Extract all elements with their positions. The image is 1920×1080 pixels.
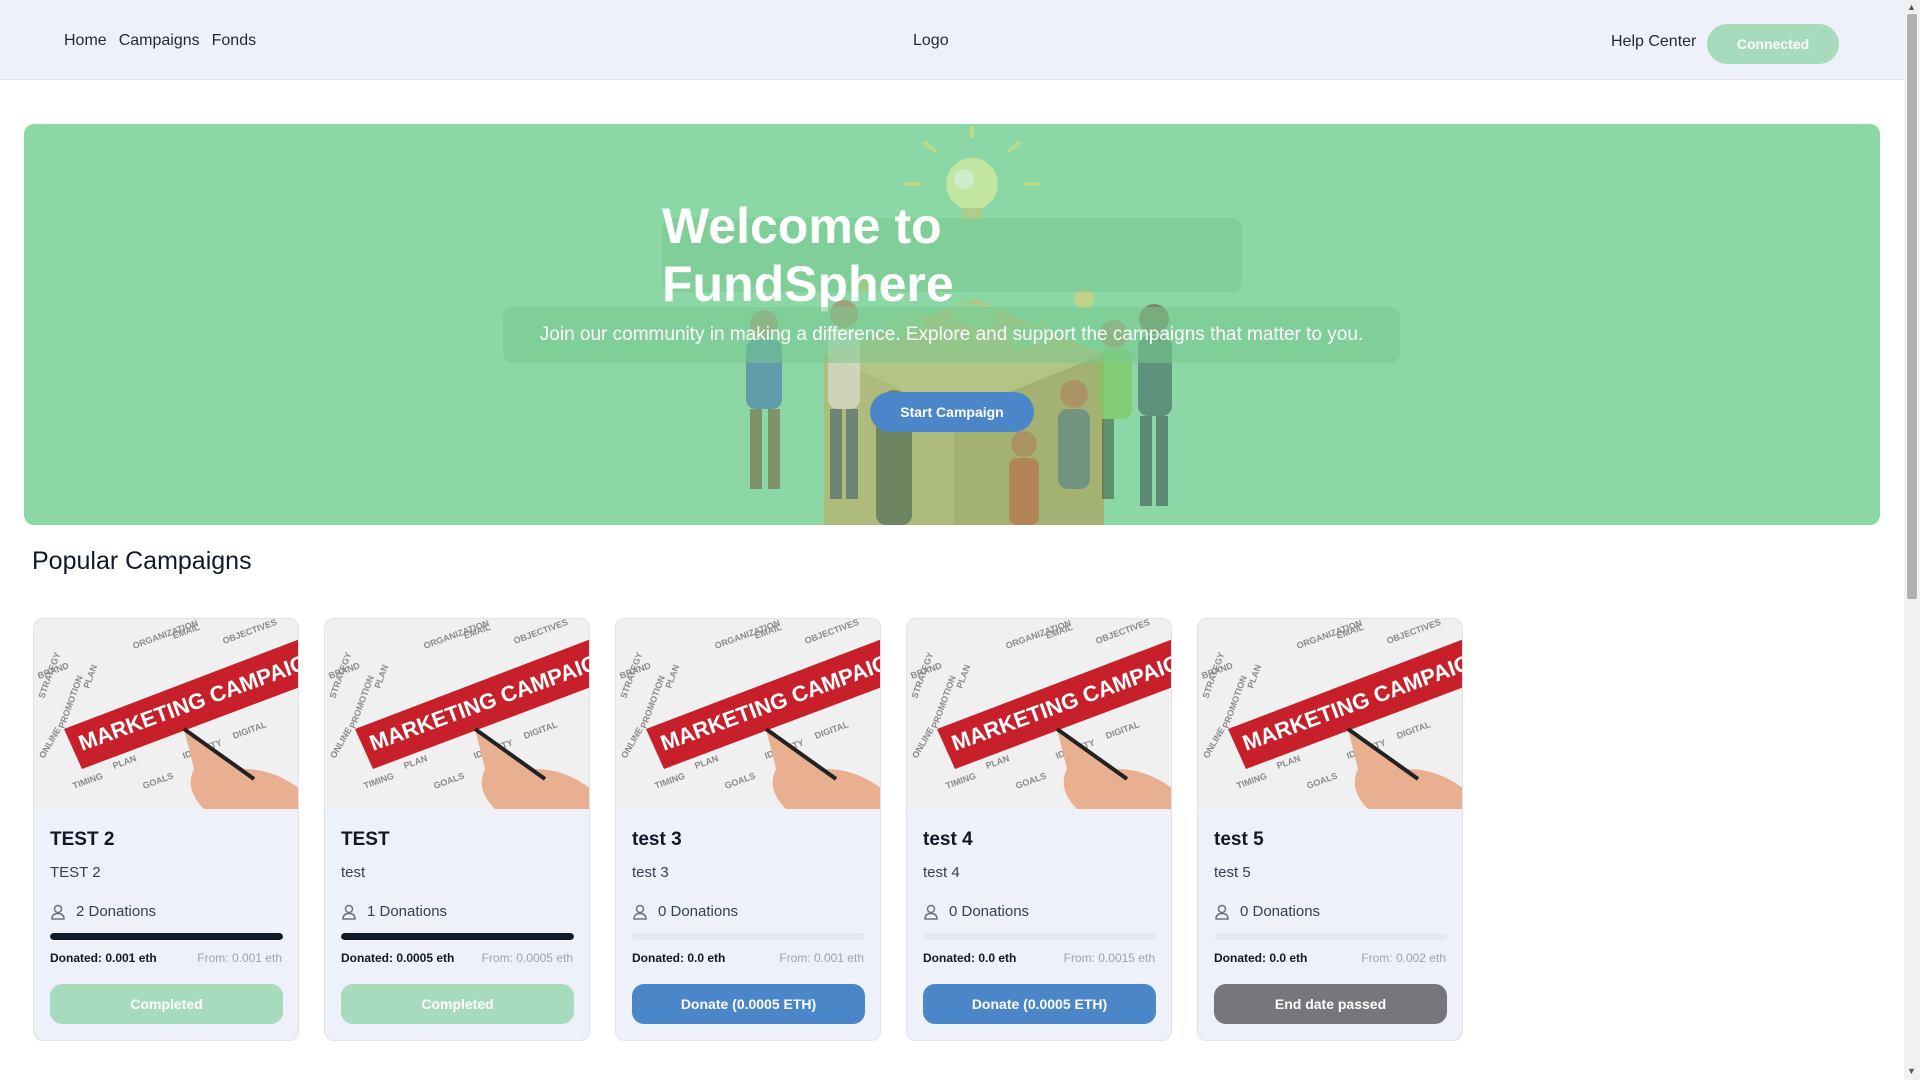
donated-amount: Donated: 0.0 eth — [923, 951, 1017, 965]
funding-progress-bar — [632, 933, 865, 940]
campaign-image: STRATEGY PROMOTION PLAN ORGANIZATION EMA… — [907, 619, 1171, 809]
campaign-title[interactable]: TEST — [341, 829, 390, 851]
donation-count-label: 0 Donations — [658, 903, 739, 920]
user-icon — [1215, 904, 1229, 920]
campaign-card[interactable]: STRATEGY PROMOTION PLAN ORGANIZATION EMA… — [615, 618, 881, 1041]
donation-count: 0 Donations — [923, 903, 1029, 920]
funding-progress-bar — [1214, 933, 1447, 940]
goal-amount: From: 0.001 eth — [197, 951, 282, 965]
campaign-description: test 4 — [923, 864, 960, 881]
donated-amount: Donated: 0.0 eth — [632, 951, 726, 965]
campaign-action-button[interactable]: Donate (0.0005 ETH) — [923, 984, 1156, 1024]
donation-count: 1 Donations — [341, 903, 447, 920]
donated-amount: Donated: 0.001 eth — [50, 951, 157, 965]
campaign-action-button[interactable]: Completed — [341, 984, 574, 1024]
goal-amount: From: 0.0005 eth — [481, 951, 573, 965]
top-navbar: Home Campaigns Fonds Logo Help Center Co… — [0, 0, 1904, 80]
user-icon — [633, 904, 647, 920]
funding-progress-bar — [923, 933, 1156, 940]
donated-amount: Donated: 0.0005 eth — [341, 951, 455, 965]
section-title: Popular Campaigns — [32, 547, 252, 575]
campaign-card[interactable]: STRATEGY PROMOTION PLAN ORGANIZATION EMA… — [1197, 618, 1463, 1041]
campaign-image: STRATEGY PROMOTION PLAN ORGANIZATION EMA… — [34, 619, 298, 809]
donation-count: 0 Donations — [1214, 903, 1320, 920]
funding-progress-fill — [50, 933, 283, 940]
user-icon — [924, 904, 938, 920]
campaign-card[interactable]: STRATEGY PROMOTION PLAN ORGANIZATION EMA… — [33, 618, 299, 1041]
donation-count: 2 Donations — [50, 903, 156, 920]
hero-banner: Welcome to FundSphere Join our community… — [24, 124, 1880, 525]
hero-title: Welcome to FundSphere — [662, 198, 1242, 312]
campaign-title[interactable]: test 3 — [632, 829, 682, 851]
campaign-card[interactable]: STRATEGY PROMOTION PLAN ORGANIZATION EMA… — [906, 618, 1172, 1041]
campaign-title[interactable]: test 4 — [923, 829, 973, 851]
start-campaign-button[interactable]: Start Campaign — [870, 392, 1034, 432]
campaign-title[interactable]: TEST 2 — [50, 829, 114, 851]
campaign-title[interactable]: test 5 — [1214, 829, 1264, 851]
campaign-description: test 5 — [1214, 864, 1251, 881]
nav-campaigns-link[interactable]: Campaigns — [119, 32, 200, 50]
donated-amount: Donated: 0.0 eth — [1214, 951, 1308, 965]
nav-links: Home Campaigns Fonds — [64, 32, 256, 50]
goal-amount: From: 0.002 eth — [1361, 951, 1446, 965]
nav-home-link[interactable]: Home — [64, 32, 107, 50]
user-icon — [342, 904, 356, 920]
donation-count: 0 Donations — [632, 903, 738, 920]
campaign-description: TEST 2 — [50, 864, 101, 881]
help-center-link[interactable]: Help Center — [1611, 33, 1696, 51]
donation-count-label: 1 Donations — [367, 903, 448, 920]
campaign-image: STRATEGY PROMOTION PLAN ORGANIZATION EMA… — [1198, 619, 1462, 809]
page-scrollbar[interactable]: ▲ ▼ — [1904, 0, 1920, 1080]
campaign-card[interactable]: STRATEGY PROMOTION PLAN ORGANIZATION EMA… — [324, 618, 590, 1041]
goal-amount: From: 0.0015 eth — [1063, 951, 1155, 965]
campaign-action-button[interactable]: End date passed — [1214, 984, 1447, 1024]
campaign-action-button[interactable]: Completed — [50, 984, 283, 1024]
campaign-action-button[interactable]: Donate (0.0005 ETH) — [632, 984, 865, 1024]
donation-count-label: 0 Donations — [949, 903, 1030, 920]
goal-amount: From: 0.001 eth — [779, 951, 864, 965]
campaign-description: test — [341, 864, 366, 881]
funding-progress-bar — [50, 933, 283, 940]
wallet-connected-button[interactable]: Connected — [1707, 24, 1839, 64]
donation-count-label: 0 Donations — [1240, 903, 1321, 920]
site-logo[interactable]: Logo — [913, 32, 949, 50]
funding-progress-fill — [341, 933, 574, 940]
scroll-up-arrow-icon[interactable]: ▲ — [1907, 2, 1916, 12]
campaign-description: test 3 — [632, 864, 669, 881]
donation-count-label: 2 Donations — [76, 903, 157, 920]
scrollbar-thumb[interactable] — [1907, 14, 1917, 599]
hero-subtitle: Join our community in making a differenc… — [503, 307, 1400, 363]
campaign-image: STRATEGY PROMOTION PLAN ORGANIZATION EMA… — [616, 619, 880, 809]
scroll-down-arrow-icon[interactable]: ▼ — [1907, 1066, 1916, 1076]
user-icon — [51, 904, 65, 920]
nav-fonds-link[interactable]: Fonds — [212, 32, 256, 50]
funding-progress-bar — [341, 933, 574, 940]
campaign-image: STRATEGY PROMOTION PLAN ORGANIZATION EMA… — [325, 619, 589, 809]
